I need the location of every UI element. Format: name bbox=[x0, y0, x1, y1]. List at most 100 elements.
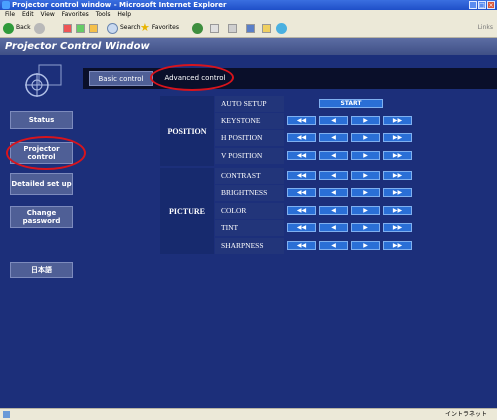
tint-fast-decrease-button[interactable]: ◀◀ bbox=[287, 223, 316, 232]
v-position-decrease-button[interactable]: ◀ bbox=[319, 151, 348, 160]
sidebar-item-projector-control[interactable]: Projector control bbox=[10, 142, 73, 164]
row-label: TINT bbox=[215, 220, 284, 236]
row-label: BRIGHTNESS bbox=[215, 185, 284, 201]
row-color: COLOR ◀◀ ◀ ▶ ▶▶ bbox=[215, 203, 421, 219]
minimize-button[interactable]: _ bbox=[469, 1, 477, 9]
color-decrease-button[interactable]: ◀ bbox=[319, 206, 348, 215]
row-label: COLOR bbox=[215, 203, 284, 219]
color-fast-increase-button[interactable]: ▶▶ bbox=[383, 206, 412, 215]
h-position-fast-decrease-button[interactable]: ◀◀ bbox=[287, 133, 316, 142]
messenger-button[interactable] bbox=[276, 22, 287, 34]
row-tint: TINT ◀◀ ◀ ▶ ▶▶ bbox=[215, 220, 421, 236]
sidebar-item-status[interactable]: Status bbox=[10, 111, 73, 129]
mail-icon bbox=[210, 23, 219, 33]
projector-logo-icon bbox=[25, 64, 62, 97]
sharpness-fast-increase-button[interactable]: ▶▶ bbox=[383, 241, 412, 250]
row-auto-setup: AUTO SETUP START bbox=[215, 96, 421, 112]
menu-file[interactable]: File bbox=[5, 11, 15, 18]
maximize-button[interactable]: □ bbox=[478, 1, 486, 9]
v-position-increase-button[interactable]: ▶ bbox=[351, 151, 380, 160]
app-title-bar: Projector Control Window bbox=[0, 38, 497, 55]
sidebar-item-detailed-setup[interactable]: Detailed set up bbox=[10, 173, 73, 195]
brightness-decrease-button[interactable]: ◀ bbox=[319, 188, 348, 197]
menu-help[interactable]: Help bbox=[117, 11, 131, 18]
close-button[interactable]: × bbox=[487, 1, 495, 9]
search-icon bbox=[107, 22, 118, 34]
h-position-decrease-button[interactable]: ◀ bbox=[319, 133, 348, 142]
sharpness-increase-button[interactable]: ▶ bbox=[351, 241, 380, 250]
color-increase-button[interactable]: ▶ bbox=[351, 206, 380, 215]
brightness-fast-decrease-button[interactable]: ◀◀ bbox=[287, 188, 316, 197]
contrast-increase-button[interactable]: ▶ bbox=[351, 171, 380, 180]
contrast-fast-decrease-button[interactable]: ◀◀ bbox=[287, 171, 316, 180]
tint-fast-increase-button[interactable]: ▶▶ bbox=[383, 223, 412, 232]
row-label: CONTRAST bbox=[215, 168, 284, 184]
search-button[interactable]: Search bbox=[107, 22, 141, 34]
tint-increase-button[interactable]: ▶ bbox=[351, 223, 380, 232]
app-title: Projector Control Window bbox=[5, 41, 150, 52]
tab-basic-control[interactable]: Basic control bbox=[89, 71, 153, 86]
history-button[interactable] bbox=[192, 22, 203, 34]
stop-icon bbox=[63, 23, 72, 33]
menu-bar: File Edit View Favorites Tools Help bbox=[0, 10, 497, 19]
ie-icon bbox=[2, 1, 10, 9]
color-fast-decrease-button[interactable]: ◀◀ bbox=[287, 206, 316, 215]
sharpness-fast-decrease-button[interactable]: ◀◀ bbox=[287, 241, 316, 250]
tint-decrease-button[interactable]: ◀ bbox=[319, 223, 348, 232]
links-label[interactable]: Links bbox=[478, 22, 493, 34]
forward-button[interactable] bbox=[34, 22, 45, 34]
back-arrow-icon bbox=[3, 22, 14, 34]
brightness-fast-increase-button[interactable]: ▶▶ bbox=[383, 188, 412, 197]
refresh-icon bbox=[76, 23, 85, 33]
edit-button[interactable] bbox=[246, 22, 255, 34]
menu-tools[interactable]: Tools bbox=[96, 11, 111, 18]
tab-advanced-control[interactable]: Advanced control bbox=[160, 71, 230, 86]
window-title: Projector control window - Microsoft Int… bbox=[12, 1, 227, 9]
menu-view[interactable]: View bbox=[41, 11, 55, 18]
print-button[interactable] bbox=[228, 22, 237, 34]
folder-icon bbox=[262, 23, 271, 33]
row-label: AUTO SETUP bbox=[215, 96, 284, 112]
window-titlebar: Projector control window - Microsoft Int… bbox=[0, 0, 497, 10]
favorites-button[interactable]: ★ Favorites bbox=[140, 22, 179, 34]
folder-button[interactable] bbox=[262, 22, 271, 34]
page-icon bbox=[3, 411, 10, 418]
row-label: V POSITION bbox=[215, 148, 284, 164]
row-h-position: H POSITION ◀◀ ◀ ▶ ▶▶ bbox=[215, 130, 421, 146]
row-v-position: V POSITION ◀◀ ◀ ▶ ▶▶ bbox=[215, 148, 421, 164]
row-keystone: KEYSTONE ◀◀ ◀ ▶ ▶▶ bbox=[215, 113, 421, 129]
sidebar-item-language[interactable]: 日本語 bbox=[10, 262, 73, 278]
v-position-fast-decrease-button[interactable]: ◀◀ bbox=[287, 151, 316, 160]
status-bar: イントラネット bbox=[0, 408, 497, 420]
star-icon: ★ bbox=[140, 21, 150, 34]
keystone-decrease-button[interactable]: ◀ bbox=[319, 116, 348, 125]
h-position-fast-increase-button[interactable]: ▶▶ bbox=[383, 133, 412, 142]
mail-button[interactable] bbox=[210, 22, 219, 34]
brightness-increase-button[interactable]: ▶ bbox=[351, 188, 380, 197]
keystone-fast-decrease-button[interactable]: ◀◀ bbox=[287, 116, 316, 125]
zone-label: イントラネット bbox=[444, 411, 487, 418]
h-position-increase-button[interactable]: ▶ bbox=[351, 133, 380, 142]
browser-toolbar: Back Search ★ Favorites Links bbox=[0, 19, 497, 38]
back-button[interactable]: Back bbox=[3, 22, 31, 34]
group-picture: PICTURE bbox=[160, 168, 214, 254]
row-sharpness: SHARPNESS ◀◀ ◀ ▶ ▶▶ bbox=[215, 238, 421, 254]
row-brightness: BRIGHTNESS ◀◀ ◀ ▶ ▶▶ bbox=[215, 185, 421, 201]
contrast-decrease-button[interactable]: ◀ bbox=[319, 171, 348, 180]
home-button[interactable] bbox=[89, 22, 98, 34]
menu-edit[interactable]: Edit bbox=[22, 11, 34, 18]
keystone-increase-button[interactable]: ▶ bbox=[351, 116, 380, 125]
sidebar-item-change-password[interactable]: Change password bbox=[10, 206, 73, 228]
stop-button[interactable] bbox=[63, 22, 72, 34]
forward-arrow-icon bbox=[34, 22, 45, 34]
auto-setup-start-button[interactable]: START bbox=[319, 99, 383, 108]
home-icon bbox=[89, 23, 98, 33]
sharpness-decrease-button[interactable]: ◀ bbox=[319, 241, 348, 250]
menu-favorites[interactable]: Favorites bbox=[62, 11, 89, 18]
keystone-fast-increase-button[interactable]: ▶▶ bbox=[383, 116, 412, 125]
history-icon bbox=[192, 22, 203, 34]
row-label: KEYSTONE bbox=[215, 113, 284, 129]
contrast-fast-increase-button[interactable]: ▶▶ bbox=[383, 171, 412, 180]
v-position-fast-increase-button[interactable]: ▶▶ bbox=[383, 151, 412, 160]
refresh-button[interactable] bbox=[76, 22, 85, 34]
